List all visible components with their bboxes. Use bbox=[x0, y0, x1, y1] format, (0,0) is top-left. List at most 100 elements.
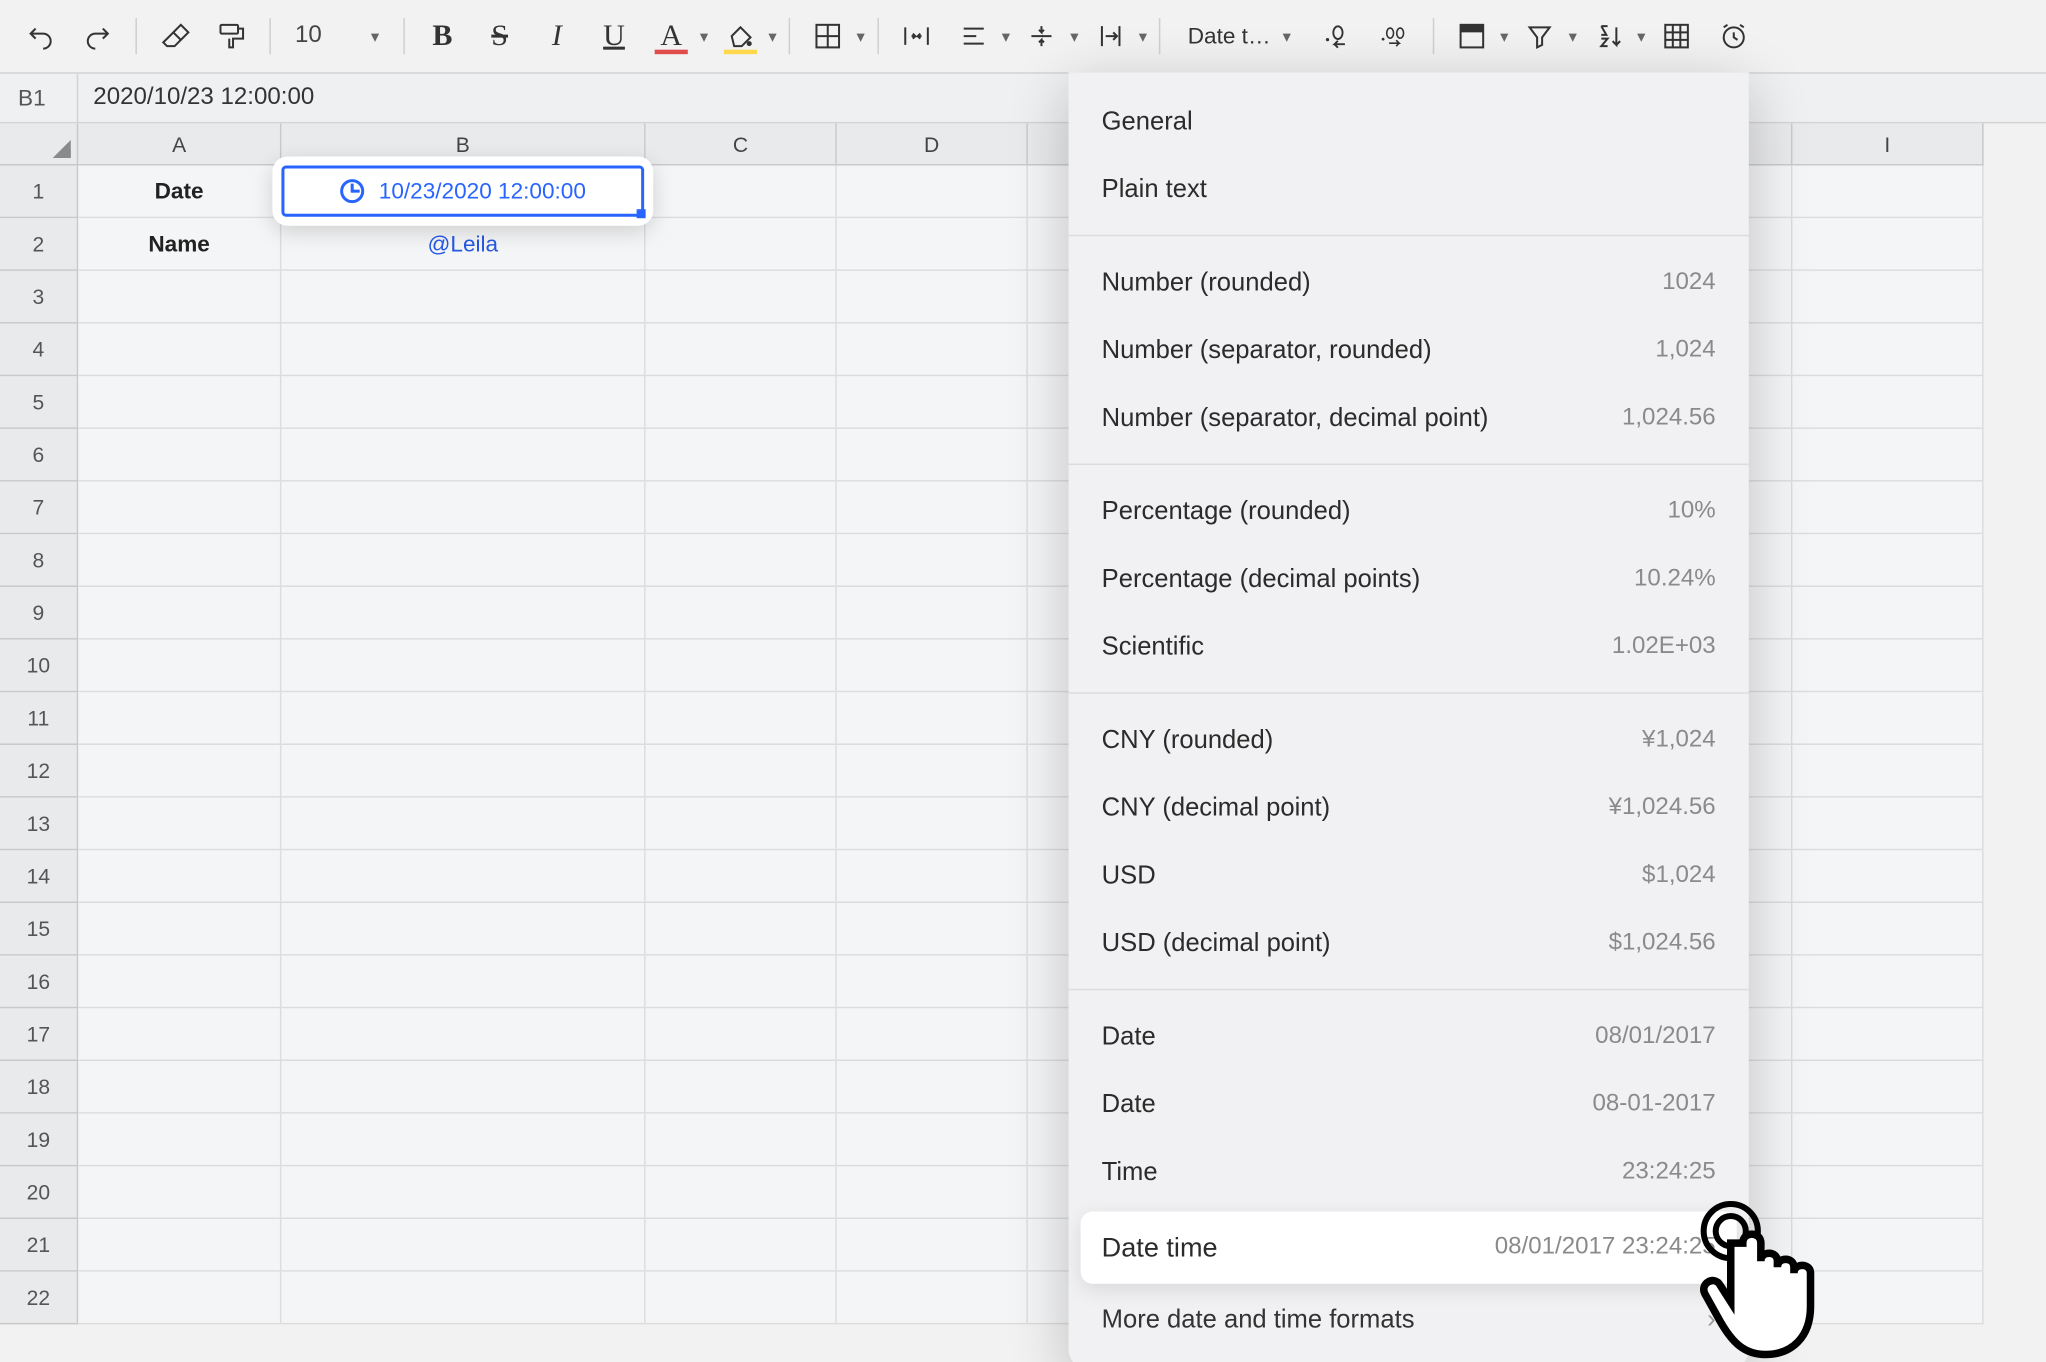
cell[interactable] bbox=[837, 956, 1028, 1009]
increase-decimal-button[interactable] bbox=[1369, 11, 1420, 62]
cell-B1[interactable]: 10/23/2020 12:00:00 bbox=[281, 166, 645, 219]
cell[interactable] bbox=[646, 692, 837, 745]
cell[interactable] bbox=[837, 798, 1028, 851]
cell[interactable] bbox=[1792, 1114, 1983, 1167]
cell[interactable] bbox=[78, 850, 281, 903]
cell[interactable] bbox=[281, 376, 645, 429]
cell[interactable] bbox=[78, 1219, 281, 1272]
clear-format-button[interactable] bbox=[149, 11, 200, 62]
select-all-corner[interactable] bbox=[0, 123, 78, 165]
cell[interactable] bbox=[78, 1166, 281, 1219]
formula-input[interactable]: 2020/10/23 12:00:00 bbox=[78, 84, 2046, 111]
row-header[interactable]: 19 bbox=[0, 1114, 78, 1167]
cell[interactable] bbox=[1792, 324, 1983, 377]
cell[interactable] bbox=[281, 271, 645, 324]
menu-item-more-formats[interactable]: More date and time formats› bbox=[1069, 1290, 1749, 1350]
menu-item[interactable]: Date08/01/2017 bbox=[1069, 1002, 1749, 1070]
cell[interactable] bbox=[646, 482, 837, 535]
cell[interactable] bbox=[646, 218, 837, 271]
row-header[interactable]: 17 bbox=[0, 1008, 78, 1061]
row-header[interactable]: 20 bbox=[0, 1166, 78, 1219]
cell[interactable] bbox=[837, 1166, 1028, 1219]
menu-item[interactable]: Number (rounded)1024 bbox=[1069, 248, 1749, 316]
column-header[interactable]: D bbox=[837, 123, 1028, 165]
cell[interactable] bbox=[1792, 218, 1983, 271]
cell[interactable] bbox=[837, 745, 1028, 798]
bold-button[interactable]: B bbox=[417, 11, 468, 62]
h-align-button[interactable]: ▾ bbox=[948, 11, 1011, 62]
cell[interactable] bbox=[281, 534, 645, 587]
cell[interactable] bbox=[281, 324, 645, 377]
cell[interactable] bbox=[281, 482, 645, 535]
menu-item[interactable]: USD$1,024 bbox=[1069, 841, 1749, 909]
cell[interactable] bbox=[78, 534, 281, 587]
row-header[interactable]: 11 bbox=[0, 692, 78, 745]
row-header[interactable]: 6 bbox=[0, 429, 78, 482]
column-header[interactable]: I bbox=[1792, 123, 1983, 165]
row-header[interactable]: 8 bbox=[0, 534, 78, 587]
decrease-decimal-button[interactable] bbox=[1312, 11, 1363, 62]
row-header[interactable]: 4 bbox=[0, 324, 78, 377]
row-header[interactable]: 10 bbox=[0, 640, 78, 693]
underline-button[interactable]: U bbox=[588, 11, 639, 62]
cell[interactable] bbox=[281, 903, 645, 956]
cell[interactable] bbox=[837, 324, 1028, 377]
cell[interactable] bbox=[281, 956, 645, 1009]
cell[interactable] bbox=[78, 745, 281, 798]
name-box[interactable]: B1 bbox=[0, 74, 78, 122]
cell[interactable] bbox=[281, 1008, 645, 1061]
cell[interactable] bbox=[646, 1272, 837, 1325]
cell[interactable] bbox=[646, 376, 837, 429]
cell[interactable] bbox=[78, 692, 281, 745]
cell[interactable] bbox=[837, 166, 1028, 219]
cell[interactable] bbox=[837, 1008, 1028, 1061]
cell[interactable] bbox=[1792, 956, 1983, 1009]
cell[interactable] bbox=[281, 745, 645, 798]
cell[interactable] bbox=[837, 903, 1028, 956]
cell[interactable] bbox=[78, 640, 281, 693]
cell[interactable] bbox=[78, 429, 281, 482]
cell[interactable] bbox=[78, 798, 281, 851]
v-align-button[interactable]: ▾ bbox=[1016, 11, 1079, 62]
text-wrap-button[interactable]: ▾ bbox=[1085, 11, 1148, 62]
menu-item[interactable]: Number (separator, rounded)1,024 bbox=[1069, 316, 1749, 384]
cell[interactable] bbox=[281, 640, 645, 693]
menu-item[interactable]: CNY (rounded)¥1,024 bbox=[1069, 706, 1749, 774]
cell[interactable] bbox=[1792, 798, 1983, 851]
cell[interactable] bbox=[646, 956, 837, 1009]
redo-button[interactable] bbox=[72, 11, 123, 62]
borders-button[interactable]: ▾ bbox=[802, 11, 865, 62]
row-header[interactable]: 21 bbox=[0, 1219, 78, 1272]
font-color-button[interactable]: A ▾ bbox=[646, 11, 709, 62]
menu-item[interactable]: Date time08/01/2017 23:24:25 bbox=[1081, 1212, 1737, 1284]
font-size-select[interactable]: 10 ▾ bbox=[283, 11, 391, 62]
cell[interactable] bbox=[646, 1008, 837, 1061]
row-header[interactable]: 9 bbox=[0, 587, 78, 640]
cell[interactable] bbox=[1792, 1166, 1983, 1219]
row-header[interactable]: 1 bbox=[0, 166, 78, 219]
menu-item[interactable]: Percentage (rounded)10% bbox=[1069, 477, 1749, 545]
column-header[interactable]: C bbox=[646, 123, 837, 165]
cell[interactable] bbox=[837, 692, 1028, 745]
cell[interactable] bbox=[1792, 1219, 1983, 1272]
cell[interactable] bbox=[646, 850, 837, 903]
cell[interactable] bbox=[78, 1114, 281, 1167]
menu-item[interactable]: Plain text bbox=[1069, 155, 1749, 223]
cell[interactable] bbox=[281, 1114, 645, 1167]
cell-B2[interactable]: @Leila bbox=[281, 218, 645, 271]
cell[interactable] bbox=[1792, 587, 1983, 640]
cell[interactable] bbox=[1792, 692, 1983, 745]
cell[interactable] bbox=[1792, 1061, 1983, 1114]
cell[interactable] bbox=[1792, 1008, 1983, 1061]
cell-A1[interactable]: Date bbox=[78, 166, 281, 219]
row-header[interactable]: 12 bbox=[0, 745, 78, 798]
cell[interactable] bbox=[78, 1272, 281, 1325]
cell[interactable] bbox=[281, 850, 645, 903]
cell[interactable] bbox=[78, 324, 281, 377]
cell[interactable] bbox=[837, 218, 1028, 271]
cell-A2[interactable]: Name bbox=[78, 218, 281, 271]
cell[interactable] bbox=[281, 1272, 645, 1325]
menu-item[interactable]: Date08-01-2017 bbox=[1069, 1070, 1749, 1138]
cell[interactable] bbox=[78, 271, 281, 324]
cell[interactable] bbox=[281, 429, 645, 482]
